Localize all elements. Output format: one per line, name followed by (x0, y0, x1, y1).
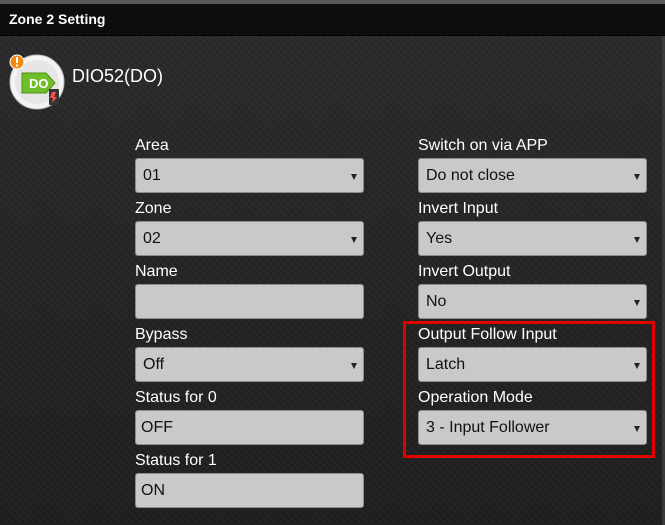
status0-input[interactable]: OFF (135, 410, 364, 445)
switch-app-value: Do not close (426, 167, 515, 184)
bypass-label: Bypass (135, 326, 188, 343)
zone-select[interactable]: 02 (135, 221, 364, 256)
dialog-titlebar: Zone 2 Setting (0, 4, 665, 36)
invert-output-select[interactable]: No (418, 284, 647, 319)
status0-label: Status for 0 (135, 389, 217, 406)
dropdown-arrow-icon (634, 237, 640, 243)
do-output-icon: DO (8, 53, 66, 111)
name-label: Name (135, 263, 178, 280)
switch-app-select[interactable]: Do not close (418, 158, 647, 193)
invert-input-select[interactable]: Yes (418, 221, 647, 256)
invert-input-value: Yes (426, 230, 453, 247)
area-select[interactable]: 01 (135, 158, 364, 193)
invert-output-label: Invert Output (418, 263, 511, 280)
name-input[interactable] (135, 284, 364, 319)
dropdown-arrow-icon (351, 237, 357, 243)
switch-app-label: Switch on via APP (418, 137, 548, 154)
status1-input[interactable]: ON (135, 473, 364, 508)
zone-label: Zone (135, 200, 172, 217)
dropdown-arrow-icon (634, 300, 640, 306)
dropdown-arrow-icon (351, 363, 357, 369)
area-value: 01 (143, 167, 161, 184)
zone-value: 02 (143, 230, 161, 247)
device-name: DIO52(DO) (72, 66, 164, 86)
invert-input-label: Invert Input (418, 200, 499, 217)
do-icon-text: DO (29, 76, 49, 91)
status1-label: Status for 1 (135, 452, 217, 469)
area-label: Area (135, 137, 169, 154)
highlight-box (403, 321, 655, 458)
bypass-value: Off (143, 356, 165, 373)
bypass-select[interactable]: Off (135, 347, 364, 382)
dropdown-arrow-icon (634, 174, 640, 180)
invert-output-value: No (426, 293, 447, 310)
dialog-title: Zone 2 Setting (9, 11, 106, 27)
dropdown-arrow-icon (351, 174, 357, 180)
